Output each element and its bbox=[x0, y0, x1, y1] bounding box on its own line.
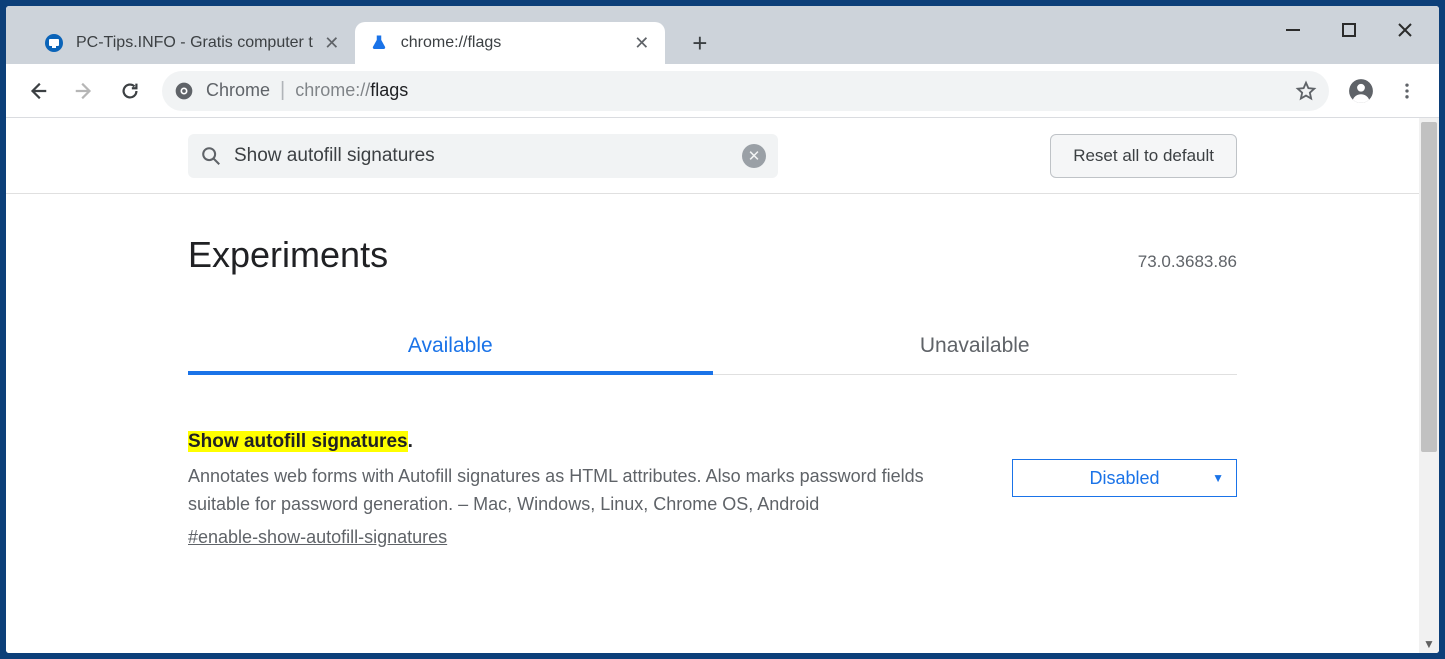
clear-search-icon[interactable]: ✕ bbox=[742, 144, 766, 168]
minimize-button[interactable] bbox=[1265, 10, 1321, 50]
url-scheme: chrome:// bbox=[295, 80, 370, 101]
search-icon bbox=[200, 145, 222, 167]
search-input[interactable] bbox=[234, 145, 742, 167]
chevron-down-icon: ▼ bbox=[1212, 471, 1224, 485]
tab-flags[interactable]: chrome://flags ✕ bbox=[355, 22, 665, 64]
forward-button[interactable] bbox=[64, 71, 104, 111]
url-path: flags bbox=[370, 80, 408, 101]
window-controls bbox=[1265, 6, 1433, 54]
close-window-button[interactable] bbox=[1377, 10, 1433, 50]
favicon-flask-icon bbox=[369, 33, 389, 53]
origin-divider: | bbox=[280, 79, 285, 102]
tab-title: chrome://flags bbox=[401, 34, 623, 52]
flags-search[interactable]: ✕ bbox=[188, 134, 778, 178]
scrollbar-thumb[interactable] bbox=[1421, 122, 1437, 452]
flag-tabs: Available Unavailable bbox=[188, 322, 1237, 375]
profile-button[interactable] bbox=[1341, 71, 1381, 111]
close-icon[interactable]: ✕ bbox=[323, 34, 341, 52]
page-title: Experiments bbox=[188, 234, 388, 276]
vertical-scrollbar[interactable]: ▼ bbox=[1419, 118, 1439, 653]
flag-state-value: Disabled bbox=[1089, 468, 1159, 489]
browser-toolbar: Chrome | chrome://flags bbox=[6, 64, 1439, 118]
new-tab-button[interactable]: + bbox=[683, 26, 717, 60]
menu-button[interactable] bbox=[1387, 71, 1427, 111]
tab-available[interactable]: Available bbox=[188, 322, 713, 374]
flags-search-bar: ✕ Reset all to default bbox=[6, 118, 1419, 194]
page-content: ✕ Reset all to default Experiments 73.0.… bbox=[6, 118, 1419, 653]
flag-entry: Show autofill signatures. Annotates web … bbox=[188, 431, 1237, 548]
flag-state-select[interactable]: Disabled ▼ bbox=[1012, 459, 1237, 497]
reload-button[interactable] bbox=[110, 71, 150, 111]
tab-unavailable[interactable]: Unavailable bbox=[713, 322, 1238, 374]
bookmark-star-icon[interactable] bbox=[1295, 80, 1317, 102]
address-bar[interactable]: Chrome | chrome://flags bbox=[162, 71, 1329, 111]
tab-pctips[interactable]: PC-Tips.INFO - Gratis computer t ✕ bbox=[30, 22, 355, 64]
tab-strip: PC-Tips.INFO - Gratis computer t ✕ chrom… bbox=[6, 6, 1439, 64]
origin-label: Chrome bbox=[206, 80, 270, 101]
favicon-pctips-icon bbox=[44, 33, 64, 53]
close-icon[interactable]: ✕ bbox=[633, 34, 651, 52]
back-button[interactable] bbox=[18, 71, 58, 111]
maximize-button[interactable] bbox=[1321, 10, 1377, 50]
flag-anchor-link[interactable]: #enable-show-autofill-signatures bbox=[188, 527, 447, 548]
chrome-version: 73.0.3683.86 bbox=[1138, 252, 1237, 272]
chrome-origin-icon bbox=[174, 81, 194, 101]
flag-title: Show autofill signatures. bbox=[188, 431, 972, 453]
flag-description: Annotates web forms with Autofill signat… bbox=[188, 463, 972, 519]
reset-all-button[interactable]: Reset all to default bbox=[1050, 134, 1237, 178]
scroll-down-icon[interactable]: ▼ bbox=[1419, 637, 1439, 651]
tab-title: PC-Tips.INFO - Gratis computer t bbox=[76, 34, 313, 52]
